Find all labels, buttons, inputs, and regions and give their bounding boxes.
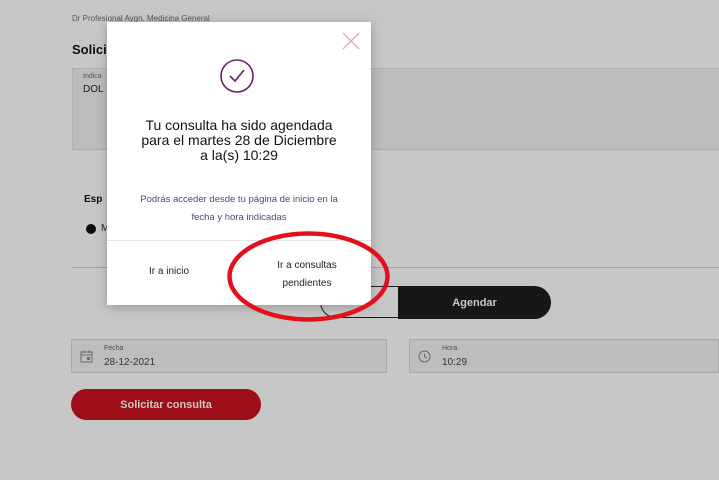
go-home-button[interactable]: Ir a inicio xyxy=(149,266,189,277)
red-annotation-circle xyxy=(227,231,390,322)
close-icon[interactable] xyxy=(340,30,362,52)
dialog-description-line: Podrás acceder desde tu página de inicio… xyxy=(140,194,338,205)
dialog-title-line: para el martes 28 de Diciembre xyxy=(141,132,337,148)
dialog-title-line: a la(s) 10:29 xyxy=(200,147,278,163)
dialog-description-line: fecha y hora indicadas xyxy=(191,212,287,223)
dialog-title-line: Tu consulta ha sido agendada xyxy=(145,117,333,133)
dialog-description: Podrás acceder desde tu página de inicio… xyxy=(117,191,361,227)
dialog-title: Tu consulta ha sido agendada para el mar… xyxy=(117,118,361,163)
check-circle-icon xyxy=(219,58,255,94)
